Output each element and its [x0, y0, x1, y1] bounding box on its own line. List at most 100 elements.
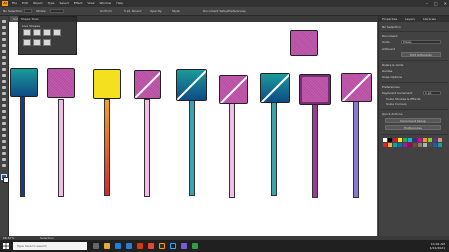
lollipop-stick[interactable]	[144, 99, 150, 197]
free-transform-tool-icon[interactable]	[2, 104, 6, 107]
blend-tool-icon[interactable]	[2, 128, 6, 131]
swatch[interactable]	[413, 138, 417, 142]
rotate-tool-icon[interactable]	[2, 86, 6, 89]
file-explorer-icon[interactable]	[104, 243, 110, 249]
swatch[interactable]	[398, 143, 402, 147]
lollipop-head[interactable]	[219, 75, 248, 104]
profile-label[interactable]: Uniform	[100, 9, 112, 13]
menu-window[interactable]: Window	[100, 1, 112, 6]
pen-tool-icon[interactable]	[2, 38, 6, 41]
rectangle-shape-icon[interactable]	[23, 29, 31, 36]
swatch[interactable]	[393, 143, 397, 147]
standalone-purple-square[interactable]	[290, 30, 318, 56]
menu-file[interactable]: File	[12, 1, 17, 6]
rectangle-tool-icon[interactable]	[2, 62, 6, 65]
fill-swatch[interactable]	[24, 9, 32, 13]
line-tool-icon[interactable]	[2, 56, 6, 59]
stroke-weight-field[interactable]	[50, 9, 64, 13]
menu-select[interactable]: Select	[60, 1, 69, 6]
menu-view[interactable]: View	[87, 1, 94, 6]
swatch[interactable]	[428, 143, 432, 147]
gradient-tool-icon[interactable]	[2, 116, 6, 119]
type-tool-icon[interactable]	[2, 50, 6, 53]
close-button[interactable]: ✕	[444, 0, 447, 7]
line-shape-icon[interactable]	[43, 39, 51, 46]
pencil-tool-icon[interactable]	[2, 74, 6, 77]
lollipop-head[interactable]	[341, 73, 372, 102]
lollipop-stick[interactable]	[353, 100, 359, 198]
magic-wand-tool-icon[interactable]	[2, 32, 6, 35]
swatch[interactable]	[428, 138, 432, 142]
swatch[interactable]	[398, 138, 402, 142]
selection-tool-icon[interactable]	[2, 20, 6, 23]
lollipop-stick[interactable]	[104, 99, 110, 196]
slice-tool-icon[interactable]	[2, 152, 6, 155]
taskbar-search-input[interactable]: Type here to search	[13, 242, 87, 250]
zoom-tool-icon[interactable]	[2, 164, 6, 167]
lollipop-head[interactable]	[260, 73, 290, 103]
swatch[interactable]	[418, 143, 422, 147]
maximize-button[interactable]: □	[434, 0, 438, 7]
menu-help[interactable]: Help	[116, 1, 123, 6]
lollipop-stick[interactable]	[312, 102, 318, 198]
tab-layers[interactable]: Layers	[405, 16, 415, 22]
star-shape-icon[interactable]	[23, 39, 31, 46]
symbol-sprayer-tool-icon[interactable]	[2, 134, 6, 137]
swatch[interactable]	[438, 143, 442, 147]
menu-type[interactable]: Type	[48, 1, 55, 6]
edit-artboards-button[interactable]: Edit Artboards	[401, 52, 441, 57]
app-icon[interactable]	[181, 243, 187, 249]
artboard-tool-icon[interactable]	[2, 146, 6, 149]
swatch[interactable]	[408, 138, 412, 142]
menu-edit[interactable]: Edit	[22, 1, 28, 6]
shape-builder-tool-icon[interactable]	[2, 110, 6, 113]
ellipse-shape-icon[interactable]	[43, 29, 51, 36]
office-icon[interactable]	[137, 243, 143, 249]
lollipop-head[interactable]	[47, 68, 75, 98]
polygon-shape-icon[interactable]	[53, 29, 61, 36]
menu-object[interactable]: Object	[33, 1, 43, 6]
lollipop-head[interactable]	[93, 69, 121, 99]
app-icon[interactable]	[192, 243, 198, 249]
swatch[interactable]	[418, 138, 422, 142]
swatch[interactable]	[383, 143, 387, 147]
hand-tool-icon[interactable]	[2, 158, 6, 161]
swatch[interactable]	[388, 143, 392, 147]
chrome-icon[interactable]	[148, 243, 154, 249]
eraser-tool-icon[interactable]	[2, 80, 6, 83]
brush-label[interactable]: 5 pt. Round	[124, 9, 141, 13]
direct-selection-tool-icon[interactable]	[2, 26, 6, 29]
swatch[interactable]	[403, 138, 407, 142]
width-tool-icon[interactable]	[2, 98, 6, 101]
task-view-icon[interactable]	[93, 243, 99, 249]
flare-shape-icon[interactable]	[33, 39, 41, 46]
preferences-button[interactable]: Preferences	[228, 9, 246, 13]
minimize-button[interactable]: –	[426, 0, 428, 7]
document-setup-button[interactable]: Document Setup	[385, 118, 441, 123]
lollipop-head[interactable]	[134, 70, 161, 99]
tab-libraries[interactable]: Libraries	[423, 16, 436, 22]
swatch[interactable]	[438, 138, 442, 142]
swatch[interactable]	[383, 138, 387, 142]
illustrator-icon[interactable]	[159, 243, 165, 249]
swatch[interactable]	[388, 138, 392, 142]
opacity-label[interactable]: Opacity	[150, 9, 162, 13]
swatch[interactable]	[393, 138, 397, 142]
lollipop-head[interactable]	[176, 69, 207, 101]
system-tray-clock[interactable]: 10:02 AM 1/21/2021	[430, 242, 445, 250]
curvature-tool-icon[interactable]	[2, 44, 6, 47]
lollipop-head[interactable]	[10, 68, 38, 97]
style-label[interactable]: Style	[172, 9, 180, 13]
swatch[interactable]	[433, 143, 437, 147]
eyedropper-tool-icon[interactable]	[2, 122, 6, 125]
edge-browser-icon[interactable]	[115, 243, 121, 249]
lollipop-stick[interactable]	[271, 100, 277, 196]
swatch[interactable]	[423, 138, 427, 142]
rounded-rect-shape-icon[interactable]	[33, 29, 41, 36]
scale-tool-icon[interactable]	[2, 92, 6, 95]
keyboard-increment-field[interactable]: 1 px	[423, 91, 441, 95]
lollipop-stick[interactable]	[20, 94, 25, 197]
document-setup-button[interactable]: Document Setup	[203, 9, 228, 13]
swatch[interactable]	[403, 143, 407, 147]
scale-strokes-checkbox[interactable]: Scale Strokes & Effects	[386, 97, 421, 101]
